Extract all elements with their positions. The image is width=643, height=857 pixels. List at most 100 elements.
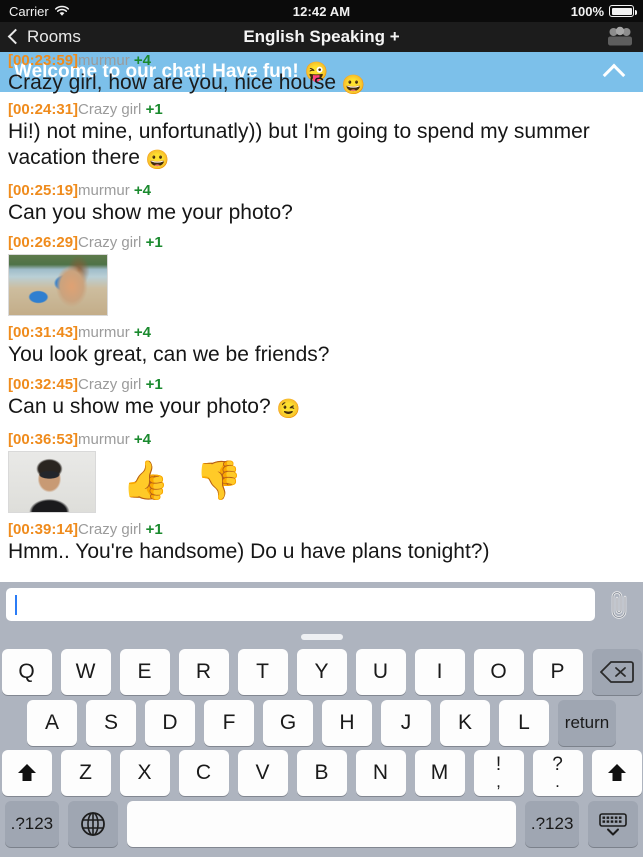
message-list[interactable]: [00:24:31]Crazy girl +1 Hi!) not mine, u… — [0, 98, 643, 582]
attach-button[interactable] — [601, 588, 637, 622]
key-d[interactable]: D — [145, 699, 195, 746]
key-i[interactable]: I — [414, 649, 465, 696]
key-u[interactable]: U — [355, 649, 406, 696]
key-k[interactable]: K — [440, 699, 490, 746]
key-o[interactable]: O — [473, 649, 524, 696]
key-f[interactable]: F — [204, 699, 254, 746]
key-q[interactable]: Q — [1, 649, 52, 696]
message-text: Hmm.. You're handsome) Do u have plans t… — [8, 540, 490, 563]
key-shift-right[interactable] — [591, 750, 642, 797]
message-item[interactable]: [00:24:31]Crazy girl +1 Hi!) not mine, u… — [8, 100, 635, 174]
key-m[interactable]: M — [414, 750, 465, 797]
message-meta: [00:26:29]Crazy girl +1 — [8, 233, 635, 252]
message-rank: +1 — [145, 101, 163, 118]
message-username: murmur — [78, 324, 130, 341]
key-x[interactable]: X — [119, 750, 170, 797]
message-username: murmur — [78, 182, 130, 199]
message-username: Crazy girl — [78, 101, 142, 118]
message-meta: [00:25:19]murmur +4 — [8, 181, 635, 200]
hide-keyboard-icon — [599, 812, 627, 836]
key-space[interactable] — [126, 800, 517, 847]
key-globe[interactable] — [67, 800, 118, 847]
message-item[interactable]: [00:26:29]Crazy girl +1 — [8, 233, 635, 316]
key-p[interactable]: P — [532, 649, 583, 696]
message-timestamp: [00:32:45] — [8, 376, 79, 393]
key-t[interactable]: T — [237, 649, 288, 696]
key-exclamation-comma-glyphs: ! , — [496, 755, 501, 790]
message-input-bar — [0, 582, 643, 627]
message-rank: +1 — [145, 234, 163, 251]
message-item[interactable]: [00:36:53]murmur +4 👍 👎 — [8, 430, 635, 513]
message-body: Hmm.. You're handsome) Do u have plans t… — [8, 539, 635, 565]
key-shift-left[interactable] — [1, 750, 52, 797]
key-a[interactable]: A — [27, 699, 77, 746]
key-s[interactable]: S — [86, 699, 136, 746]
message-body: Hi!) not mine, unfortunatly)) but I'm go… — [8, 119, 635, 174]
photo-vote-row: 👍 👎 — [8, 449, 635, 513]
onscreen-keyboard: Q W E R T Y U I O P A S D F G H J K L re… — [0, 627, 643, 857]
key-r[interactable]: R — [178, 649, 229, 696]
key-w[interactable]: W — [60, 649, 111, 696]
key-j[interactable]: J — [381, 699, 431, 746]
message-timestamp: [00:26:29] — [8, 234, 79, 251]
message-meta: [00:39:14]Crazy girl +1 — [8, 520, 635, 539]
message-timestamp: [00:39:14] — [8, 521, 79, 538]
keyboard-row-1: Q W E R T Y U I O P — [1, 649, 642, 696]
message-text: Hi!) not mine, unfortunatly)) but I'm go… — [8, 120, 590, 169]
chevron-left-icon — [7, 28, 24, 45]
message-timestamp: [00:31:43] — [8, 324, 79, 341]
paperclip-icon — [611, 590, 626, 619]
message-meta: [00:36:53]murmur +4 — [8, 430, 635, 449]
thumbs-down-icon[interactable]: 👎 — [195, 462, 242, 500]
message-item[interactable]: [00:39:14]Crazy girl +1 Hmm.. You're han… — [8, 520, 635, 565]
key-question-period-glyphs: ? . — [552, 755, 563, 790]
key-e[interactable]: E — [119, 649, 170, 696]
key-numbers-right[interactable]: .?123 — [525, 800, 580, 847]
key-g[interactable]: G — [263, 699, 313, 746]
message-body: You look great, can we be friends? — [8, 342, 635, 368]
beach-photo-thumbnail[interactable] — [8, 254, 108, 316]
key-return[interactable]: return — [558, 699, 616, 746]
key-l[interactable]: L — [499, 699, 549, 746]
keyboard-row-2: A S D F G H J K L return — [5, 699, 638, 746]
key-y[interactable]: Y — [296, 649, 347, 696]
status-bar: Carrier 12:42 AM 100% — [0, 0, 643, 22]
message-item[interactable]: [00:31:43]murmur +4 You look great, can … — [8, 323, 635, 368]
battery-full-icon — [609, 5, 637, 17]
key-delete[interactable] — [591, 649, 642, 696]
announcement-banner[interactable]: Welcome to our chat! Have fun! 😜 — [0, 52, 643, 92]
message-username: Crazy girl — [78, 376, 142, 393]
message-body: Can you show me your photo? — [8, 200, 635, 226]
key-n[interactable]: N — [355, 750, 406, 797]
message-username: murmur — [78, 431, 130, 448]
members-button[interactable] — [607, 25, 633, 49]
message-item[interactable]: [00:25:19]murmur +4 Can you show me your… — [8, 181, 635, 226]
message-item[interactable]: [00:32:45]Crazy girl +1 Can u show me yo… — [8, 375, 635, 423]
group-members-icon — [608, 26, 632, 46]
globe-language-icon — [80, 811, 105, 836]
key-v[interactable]: V — [237, 750, 288, 797]
message-emoji: 😀 — [145, 150, 170, 171]
key-c[interactable]: C — [178, 750, 229, 797]
key-b[interactable]: B — [296, 750, 347, 797]
portrait-photo-thumbnail[interactable] — [8, 451, 96, 513]
keyboard-drag-handle[interactable] — [300, 634, 343, 640]
key-h[interactable]: H — [322, 699, 372, 746]
battery-percent-label: 100% — [570, 3, 604, 19]
message-input[interactable] — [6, 588, 595, 621]
banner-collapse-button[interactable] — [599, 57, 629, 87]
key-exclamation-comma[interactable]: ! , — [473, 750, 524, 797]
message-timestamp: [00:25:19] — [8, 182, 79, 199]
keyboard-rows: Q W E R T Y U I O P A S D F G H J K L re… — [0, 645, 643, 857]
message-meta: [00:24:31]Crazy girl +1 — [8, 100, 635, 119]
shift-arrow-icon — [17, 764, 36, 782]
announcement-banner-text-wrap: Welcome to our chat! Have fun! 😜 — [14, 60, 328, 84]
key-z[interactable]: Z — [60, 750, 111, 797]
key-numbers-left[interactable]: .?123 — [5, 800, 59, 847]
key-question-period[interactable]: ? . — [532, 750, 583, 797]
message-rank: +4 — [133, 182, 151, 199]
key-hide-keyboard[interactable] — [588, 800, 639, 847]
thumbs-up-icon[interactable]: 👍 — [122, 462, 169, 500]
back-button[interactable]: Rooms — [7, 27, 81, 47]
message-body: Can u show me your photo? 😉 — [8, 394, 635, 423]
